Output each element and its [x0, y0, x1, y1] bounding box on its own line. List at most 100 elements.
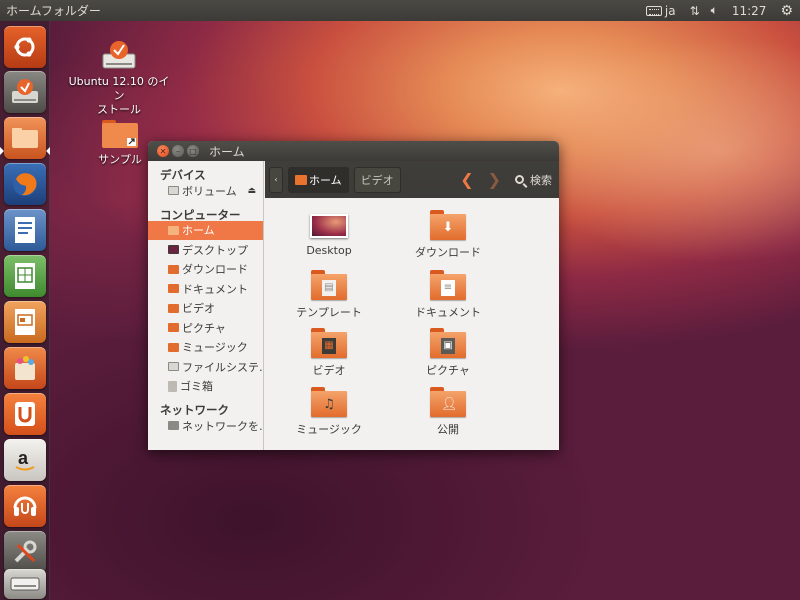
- file-label: ドキュメント: [415, 306, 481, 319]
- sidebar-item-home[interactable]: ホーム: [148, 220, 263, 240]
- launcher-amazon-button[interactable]: a: [4, 439, 46, 481]
- keyboard-layout: ja: [664, 3, 676, 18]
- sidebar-heading-network: ネットワーク: [160, 403, 229, 417]
- launcher-dash-button[interactable]: [4, 26, 46, 68]
- places-sidebar: デバイス ボリューム ⏏ コンピューター ホーム デスクトップ ダウンロード ド…: [148, 161, 264, 450]
- eject-icon[interactable]: ⏏: [247, 186, 256, 196]
- indicator-area: ja ⇅ 🔈︎ 11:27 ⚙: [639, 0, 800, 21]
- breadcrumb-home-label: ホーム: [309, 173, 342, 187]
- settings-icon: [14, 540, 37, 563]
- desktop-sample-folder[interactable]: サンプル: [92, 118, 148, 167]
- minimize-icon[interactable]: –: [172, 145, 184, 157]
- music-folder-icon: ♫: [311, 387, 347, 417]
- breadcrumb-home[interactable]: ホーム: [288, 166, 349, 193]
- forward-arrow-icon[interactable]: ❯: [488, 170, 501, 189]
- launcher-ubuntu-one-button[interactable]: [4, 393, 46, 435]
- top-panel: ホームフォルダー ja ⇅ 🔈︎ 11:27 ⚙: [0, 0, 800, 21]
- window-toolbar: ‹ ホーム ビデオ ❮ ❯ 検索: [265, 161, 559, 198]
- launcher-music-store-button[interactable]: [4, 485, 46, 527]
- sidebar-item-label: ダウンロード: [182, 263, 248, 277]
- documents-folder-icon: ≡: [430, 270, 466, 300]
- keyboard-icon: [645, 5, 662, 16]
- clock[interactable]: 11:27: [725, 0, 774, 21]
- network-icon: [168, 421, 179, 431]
- sound-indicator[interactable]: 🔈︎: [704, 0, 725, 21]
- installer-icon: [12, 79, 38, 103]
- music-folder-icon: [168, 342, 179, 352]
- impress-icon: [15, 309, 35, 335]
- installer-label-line1: Ubuntu 12.10 のイン: [68, 75, 170, 102]
- sidebar-item-network[interactable]: ネットワークを…: [148, 416, 263, 436]
- sidebar-item-volume[interactable]: ボリューム ⏏: [148, 181, 263, 201]
- back-arrow-icon[interactable]: ❮: [460, 170, 473, 189]
- harddisk-icon: [168, 362, 179, 372]
- sidebar-item-pictures[interactable]: ピクチャ: [148, 318, 263, 338]
- folder-icon: [12, 128, 38, 148]
- file-label: Desktop: [306, 244, 352, 257]
- file-label: ミュージック: [296, 423, 362, 436]
- folder-link-icon: [102, 120, 138, 148]
- firefox-icon: [13, 172, 37, 196]
- desktop-thumbnail-icon: [310, 214, 348, 238]
- launcher-writer-button[interactable]: [4, 209, 46, 251]
- path-back-button[interactable]: ‹: [269, 166, 283, 193]
- window-titlebar[interactable]: ✕ – □ ホーム: [148, 141, 559, 161]
- file-label: ピクチャ: [426, 364, 470, 377]
- templates-folder-icon: ▤: [311, 270, 347, 300]
- network-indicator[interactable]: ⇅: [683, 0, 704, 21]
- focused-indicator: [46, 147, 50, 155]
- installer-icon: [102, 41, 136, 69]
- sidebar-item-label: ネットワークを…: [182, 419, 263, 433]
- launcher-software-center-button[interactable]: [4, 347, 46, 389]
- sidebar-item-downloads[interactable]: ダウンロード: [148, 260, 263, 280]
- launcher-drive-button[interactable]: [4, 569, 46, 599]
- svg-text:a: a: [18, 448, 29, 468]
- sidebar-heading-computer: コンピューター: [160, 207, 241, 222]
- documents-folder-icon: [168, 284, 179, 294]
- file-item-public[interactable]: 👤︎ 公開: [398, 387, 498, 437]
- file-item-music[interactable]: ♫ ミュージック: [279, 387, 379, 437]
- home-folder-icon: [168, 225, 179, 235]
- launcher-settings-button[interactable]: [4, 531, 46, 573]
- sidebar-item-filesystem[interactable]: ファイルシステ…: [148, 357, 263, 377]
- sidebar-item-music[interactable]: ミュージック: [148, 338, 263, 358]
- file-item-videos[interactable]: ▦ ビデオ: [279, 328, 379, 378]
- launcher-impress-button[interactable]: [4, 301, 46, 343]
- file-label: ダウンロード: [415, 246, 481, 259]
- download-folder-icon: ⬇: [430, 210, 466, 240]
- launcher-calc-button[interactable]: [4, 255, 46, 297]
- sidebar-item-documents[interactable]: ドキュメント: [148, 279, 263, 299]
- file-item-desktop[interactable]: Desktop: [279, 210, 379, 257]
- drive-icon: [168, 186, 179, 196]
- sample-label: サンプル: [98, 153, 142, 166]
- sidebar-item-trash[interactable]: ゴミ箱: [148, 377, 263, 397]
- public-folder-icon: 👤︎: [430, 387, 466, 417]
- ubuntu-one-icon: [15, 402, 35, 426]
- file-item-templates[interactable]: ▤ テンプレート: [279, 270, 379, 320]
- drive-icon: [10, 577, 40, 591]
- maximize-icon[interactable]: □: [187, 145, 199, 157]
- file-manager-window: ✕ – □ ホーム デバイス ボリューム ⏏ コンピューター ホーム デスクトッ…: [148, 141, 559, 450]
- launcher-installer-button[interactable]: [4, 71, 46, 113]
- file-item-pictures[interactable]: ▣ ピクチャ: [398, 328, 498, 378]
- sidebar-item-desktop[interactable]: デスクトップ: [148, 240, 263, 260]
- sidebar-heading-devices: デバイス: [160, 168, 206, 182]
- sidebar-item-label: ファイルシステ…: [182, 360, 263, 374]
- active-app-title: ホームフォルダー: [6, 4, 101, 18]
- launcher-files-button[interactable]: [4, 117, 46, 159]
- launcher-firefox-button[interactable]: [4, 163, 46, 205]
- breadcrumb-video[interactable]: ビデオ: [353, 166, 401, 193]
- session-menu[interactable]: ⚙: [773, 0, 800, 21]
- file-item-documents[interactable]: ≡ ドキュメント: [398, 270, 498, 320]
- pictures-folder-icon: ▣: [430, 328, 466, 358]
- sidebar-item-label: ゴミ箱: [180, 380, 213, 394]
- keyboard-indicator[interactable]: ja: [639, 0, 683, 21]
- video-folder-icon: [168, 303, 179, 313]
- search-button[interactable]: 検索: [515, 172, 552, 188]
- file-item-downloads[interactable]: ⬇ ダウンロード: [398, 210, 498, 260]
- close-icon[interactable]: ✕: [157, 145, 169, 157]
- sidebar-item-videos[interactable]: ビデオ: [148, 299, 263, 319]
- desktop-installer-icon[interactable]: Ubuntu 12.10 のイン ストール: [64, 38, 174, 117]
- file-label: ビデオ: [312, 364, 346, 377]
- software-bag-icon: [15, 356, 35, 380]
